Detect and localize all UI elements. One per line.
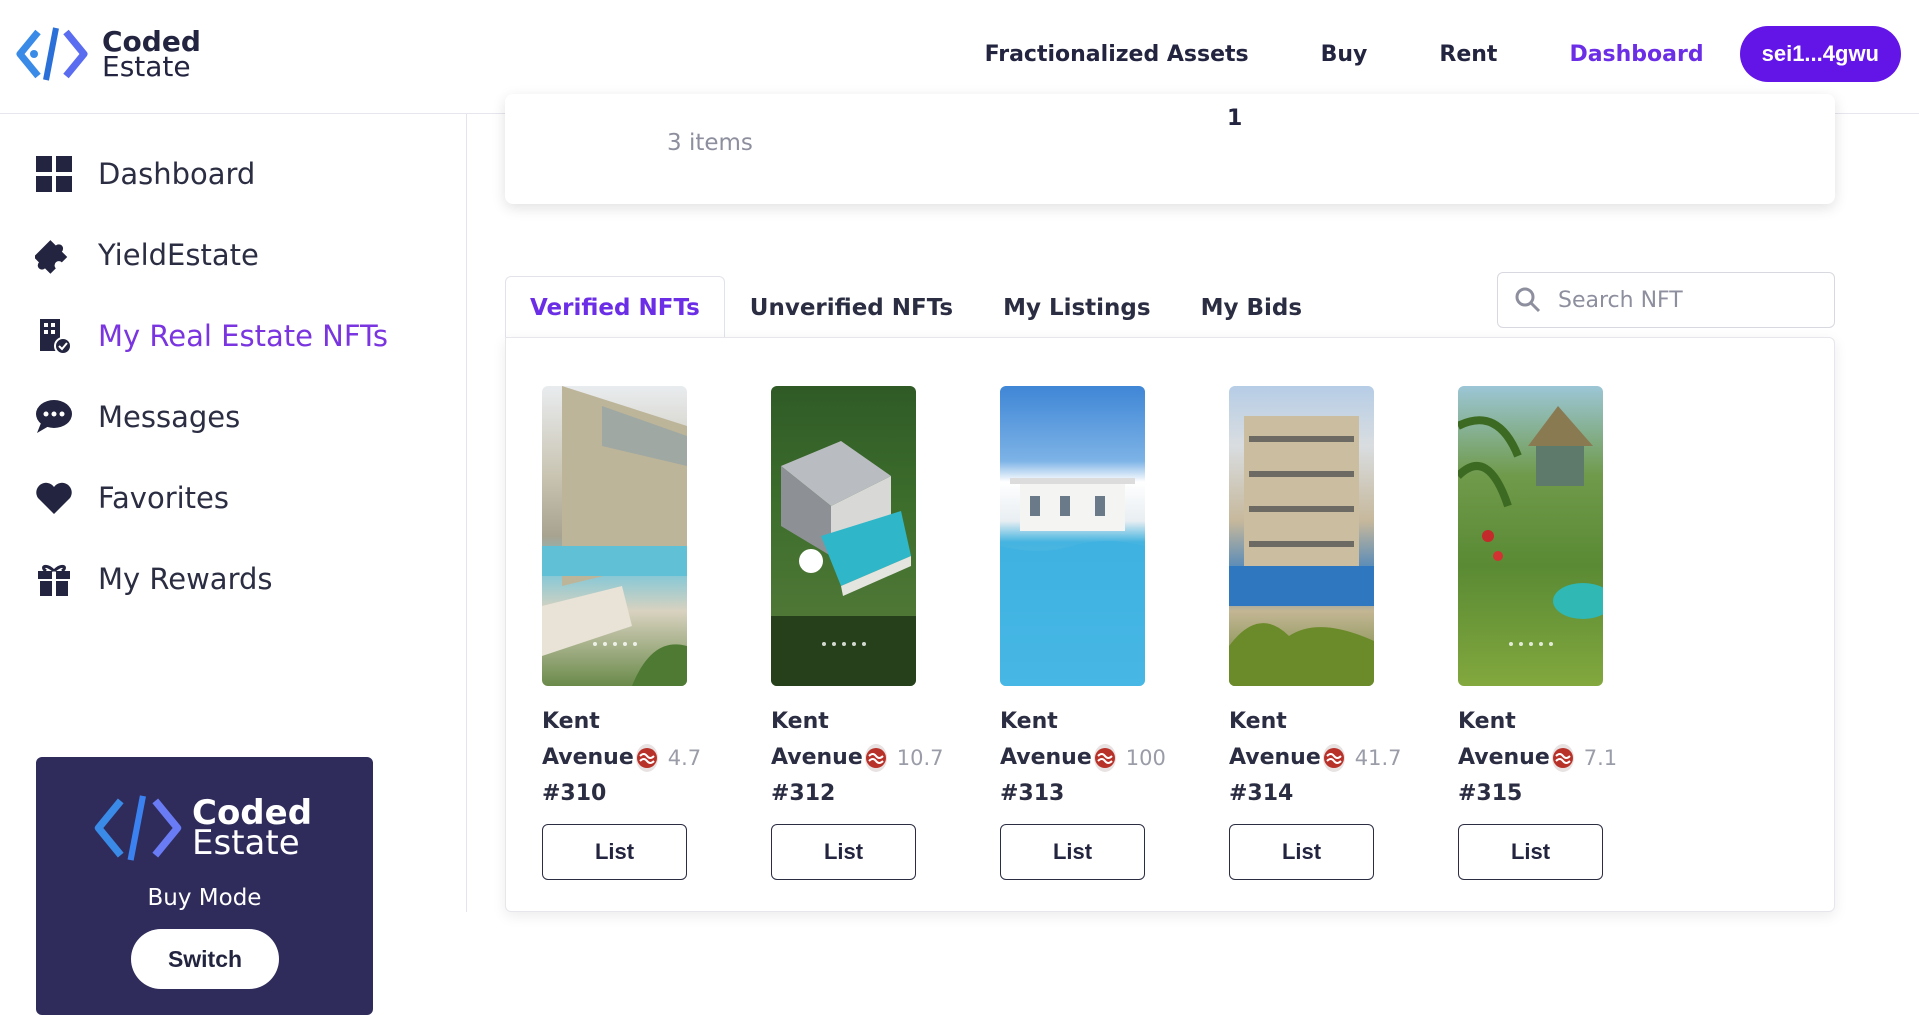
- nft-name: Kent: [1000, 709, 1058, 734]
- nft-id: #315: [1458, 781, 1523, 806]
- sidebar-item-label: Favorites: [98, 481, 229, 515]
- nft-image[interactable]: [1458, 386, 1603, 686]
- list-button[interactable]: List: [1458, 824, 1603, 880]
- sidebar-item-label: YieldEstate: [98, 238, 259, 272]
- nft-card[interactable]: Kent Avenue 10.7 #312 List: [771, 386, 944, 880]
- sidebar-item-yieldestate[interactable]: YieldEstate: [34, 235, 259, 275]
- nft-name-line2: Avenue: [1000, 745, 1092, 770]
- nft-tabs: Verified NFTs Unverified NFTs My Listing…: [505, 276, 1327, 338]
- nft-name: Kent: [542, 709, 600, 734]
- nft-id: #312: [771, 781, 836, 806]
- sidebar-item-dashboard[interactable]: Dashboard: [34, 154, 255, 194]
- chat-bubble-icon: [34, 397, 74, 437]
- nav-fractionalized-assets[interactable]: Fractionalized Assets: [985, 42, 1249, 67]
- list-button[interactable]: List: [1229, 824, 1374, 880]
- sei-token-icon: [1322, 744, 1345, 772]
- list-button[interactable]: List: [542, 824, 687, 880]
- mode-brand-line2: Estate: [192, 823, 300, 863]
- search-box: [1497, 272, 1835, 328]
- switch-mode-button[interactable]: Switch: [131, 929, 279, 989]
- sei-token-icon: [1093, 744, 1116, 772]
- nft-image[interactable]: [542, 386, 687, 686]
- nft-card[interactable]: Kent Avenue 4.7 #310 List: [542, 386, 701, 880]
- nft-image[interactable]: [1000, 386, 1145, 686]
- main-content: 3 items 1 Verified NFTs Unverified NFTs …: [467, 94, 1919, 912]
- coded-estate-logo-icon: [16, 27, 88, 81]
- summary-value: 1: [1227, 106, 1243, 131]
- sei-token-icon: [635, 744, 658, 772]
- nft-name-line2: Avenue: [542, 745, 634, 770]
- sidebar-item-label: Messages: [98, 400, 241, 434]
- brand-name-line2: Estate: [102, 50, 191, 83]
- sei-token-icon: [1551, 744, 1574, 772]
- nft-id: #314: [1229, 781, 1294, 806]
- gift-icon: [34, 559, 74, 599]
- tab-verified-nfts[interactable]: Verified NFTs: [505, 276, 725, 338]
- nft-image[interactable]: [1229, 386, 1374, 686]
- mode-card-logo: Coded Estate: [92, 791, 312, 865]
- nft-name-line2: Avenue: [1229, 745, 1321, 770]
- summary-card: 3 items 1: [505, 94, 1835, 204]
- mode-label: Buy Mode: [147, 885, 262, 911]
- nav-dashboard[interactable]: Dashboard: [1569, 42, 1703, 67]
- nft-name: Kent: [1229, 709, 1287, 734]
- nft-name: Kent: [771, 709, 829, 734]
- nft-grid: Kent Avenue 4.7 #310 List Kent Avenue 10…: [505, 337, 1835, 912]
- tab-my-bids[interactable]: My Bids: [1176, 276, 1327, 338]
- heart-icon: [34, 478, 74, 518]
- brand-logo[interactable]: Coded Estate: [16, 24, 201, 84]
- nft-card[interactable]: Kent Avenue 7.1 #315 List: [1458, 386, 1617, 880]
- items-count: 3 items: [667, 130, 753, 156]
- nft-id: #310: [542, 781, 607, 806]
- tab-unverified-nfts[interactable]: Unverified NFTs: [725, 276, 978, 338]
- list-button[interactable]: List: [771, 824, 916, 880]
- nft-name-line2: Avenue: [1458, 745, 1550, 770]
- nft-price: 4.7: [667, 746, 702, 770]
- sidebar-item-label: My Rewards: [98, 562, 273, 596]
- sidebar-item-my-real-estate-nfts[interactable]: My Real Estate NFTs: [34, 316, 388, 356]
- grid-icon: [34, 154, 74, 194]
- nft-image[interactable]: [771, 386, 916, 686]
- nft-name-line2: Avenue: [771, 745, 863, 770]
- sidebar-item-label: My Real Estate NFTs: [98, 319, 389, 353]
- building-check-icon: [34, 316, 74, 356]
- nft-card[interactable]: Kent Avenue 41.7 #314 List: [1229, 386, 1402, 880]
- nft-name: Kent: [1458, 709, 1516, 734]
- coded-estate-logo-icon: [94, 795, 182, 861]
- sei-token-icon: [864, 744, 887, 772]
- nav-buy[interactable]: Buy: [1321, 42, 1368, 67]
- wallet-button[interactable]: sei1...4gwu: [1739, 26, 1901, 82]
- nft-price: 7.1: [1583, 746, 1618, 770]
- sidebar-item-label: Dashboard: [98, 157, 256, 191]
- tab-my-listings[interactable]: My Listings: [978, 276, 1176, 338]
- nft-card[interactable]: Kent Avenue 100 #313 List: [1000, 386, 1166, 880]
- nav-rent[interactable]: Rent: [1439, 42, 1497, 67]
- search-icon: [1498, 287, 1558, 313]
- sidebar-item-messages[interactable]: Messages: [34, 397, 240, 437]
- sidebar-item-my-rewards[interactable]: My Rewards: [34, 559, 273, 599]
- nft-price: 100: [1125, 746, 1166, 770]
- nft-price: 41.7: [1354, 746, 1402, 770]
- puzzle-icon: [34, 235, 74, 275]
- nft-price: 10.7: [896, 746, 944, 770]
- mode-card: Coded Estate Buy Mode Switch: [36, 757, 373, 1015]
- sidebar: Dashboard YieldEstate My Real Estate NFT…: [0, 114, 467, 1015]
- sidebar-item-favorites[interactable]: Favorites: [34, 478, 229, 518]
- search-input[interactable]: [1558, 287, 1808, 313]
- main-nav: Fractionalized Assets Buy Rent Dashboard…: [985, 26, 1901, 82]
- list-button[interactable]: List: [1000, 824, 1145, 880]
- nft-id: #313: [1000, 781, 1065, 806]
